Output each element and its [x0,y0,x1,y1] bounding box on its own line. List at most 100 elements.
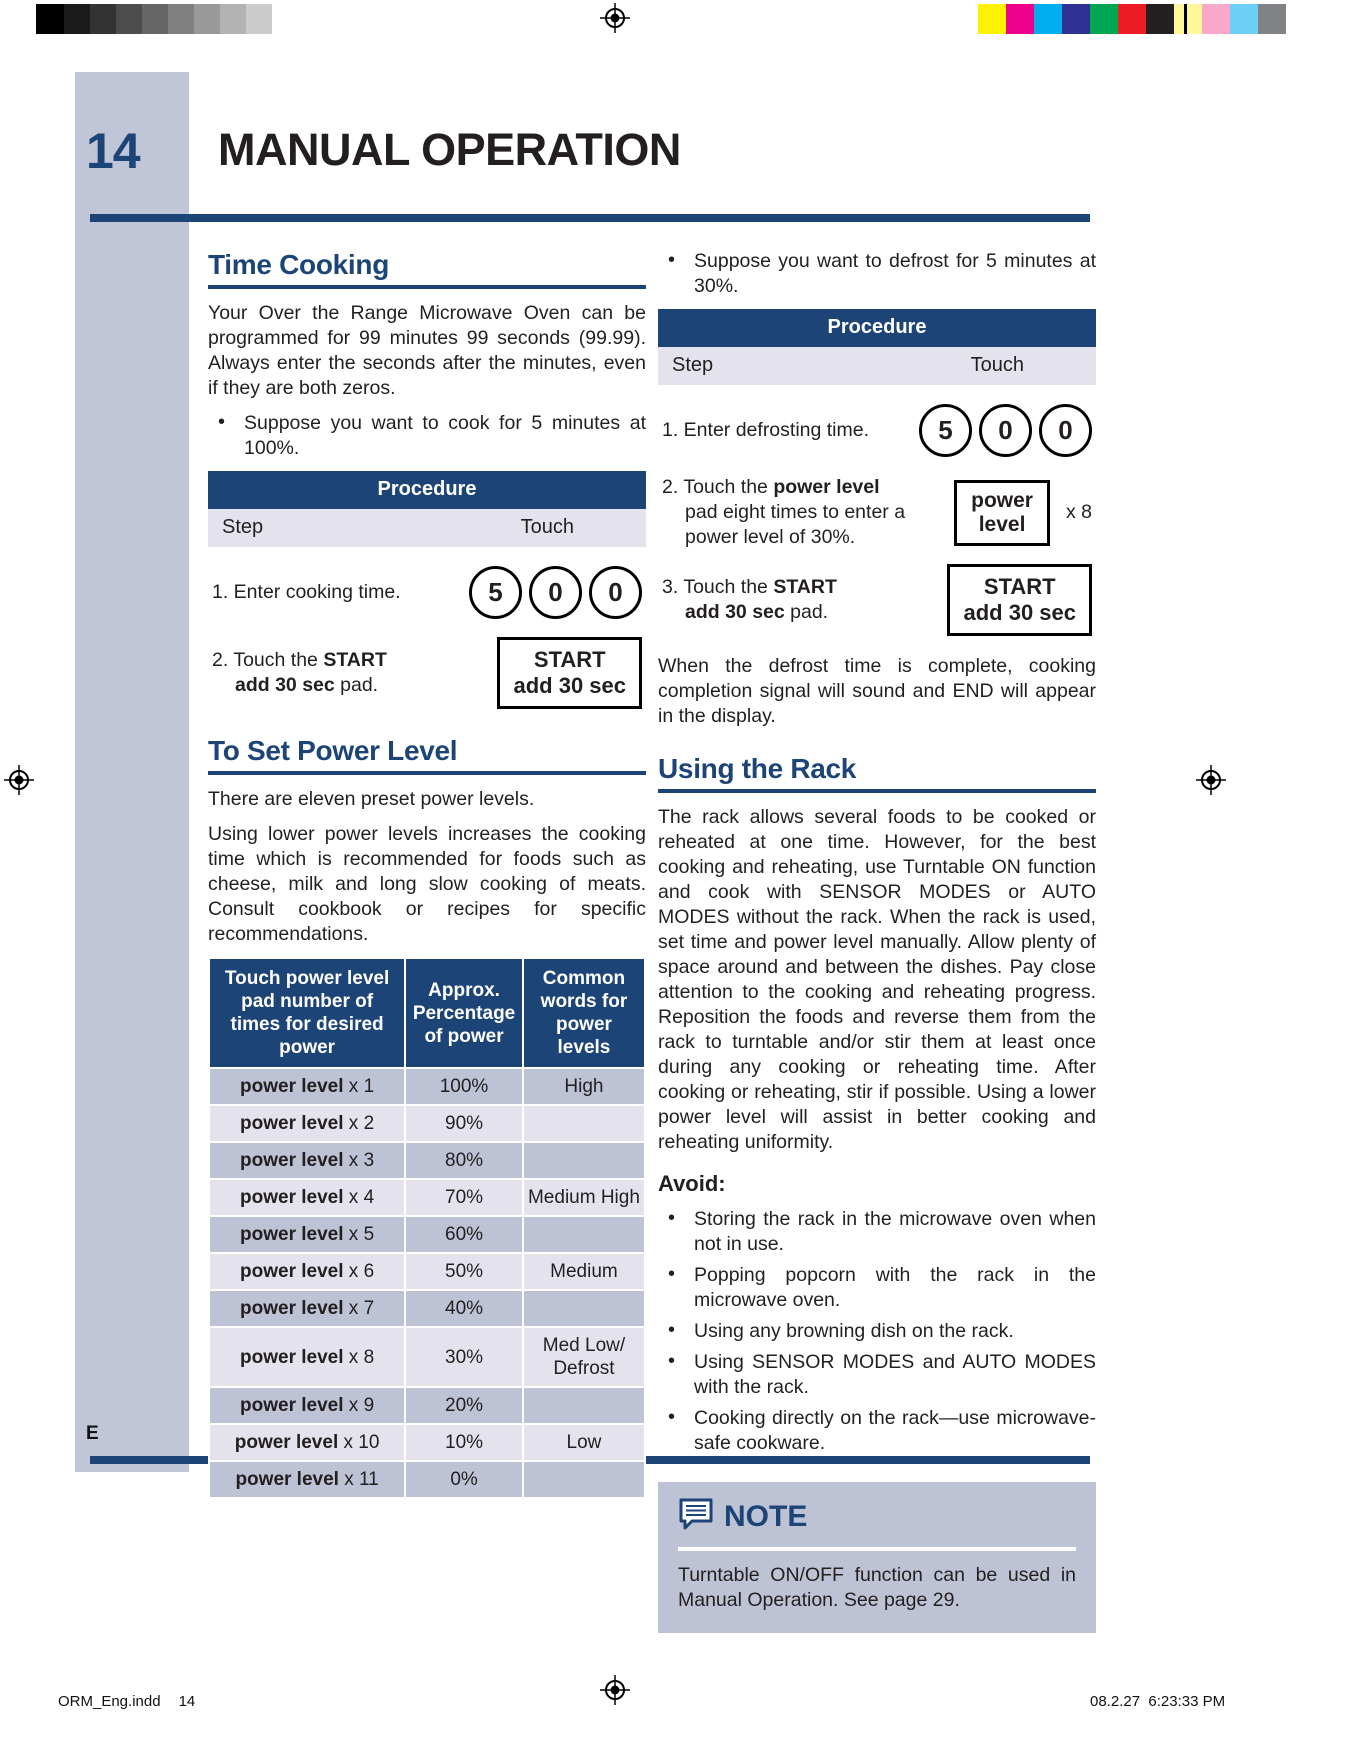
avoid-bullet-list: Storing the rack in the microwave oven w… [658,1206,1096,1456]
power-level-pad[interactable]: power level [954,479,1050,546]
right-column: Suppose you want to defrost for 5 minute… [658,248,1096,1633]
column-header-step: Step [672,354,714,376]
procedure-step-text: 1. Enter defrosting time. [662,418,870,441]
power-level-paragraph-1: There are eleven preset power levels. [208,788,535,810]
footer-left: ORM_Eng.indd 14 [58,1693,195,1710]
list-item: Storing the rack in the microwave oven w… [658,1206,1096,1257]
keypad-circle[interactable]: 5 [469,565,522,619]
list-item: Using any browning dish on the rack. [658,1318,1096,1344]
footer-right: 08.2.27 6:23:33 PM [1090,1693,1225,1710]
crop-tick-right [1184,4,1187,34]
column-header-step: Step [222,516,264,538]
color-swatch [1174,4,1202,34]
column-header-touch: Touch [520,516,574,538]
color-swatch [1146,4,1174,34]
cell-common-word: Medium [521,1252,647,1291]
keypad-circle[interactable]: 0 [1039,403,1092,457]
cell-percentage: 0% [404,1460,524,1499]
cell-percentage: 30% [404,1326,524,1388]
list-item: Cooking directly on the rack—use microwa… [658,1405,1096,1456]
procedure-column-headers: Step Touch [208,509,646,547]
table-row: power level x 11 0% [207,1460,647,1499]
table-row: power level x 4 70% Medium High [207,1178,647,1217]
section-rule [208,285,646,289]
page-title: MANUAL OPERATION [218,124,681,175]
grayscale-swatch [194,4,220,34]
cell-pad-times: power level x 4 [207,1178,407,1217]
procedure-table-time-cooking: Procedure Step Touch 1. Enter cooking ti… [208,471,646,709]
section-heading-using-the-rack: Using the Rack [658,753,857,784]
cell-pad-times: power level x 9 [207,1386,407,1425]
color-swatch [1006,4,1034,34]
list-item: Using SENSOR MODES and AUTO MODES with t… [658,1349,1096,1400]
column-header-common-words: Common words for power levels [521,957,647,1069]
pad-label-line1: START [533,647,606,672]
procedure-touch-keys: power level x 8 [954,479,1096,546]
cell-pad-times: power level x 1 [207,1067,407,1106]
table-row: 1. Enter defrosting time. 5 0 0 [658,385,1096,461]
start-pad-emphasis: START [323,649,387,671]
procedure-title: Procedure [208,471,646,509]
time-cooking-paragraph: Your Over the Range Microwave Oven can b… [208,302,646,399]
table-row: 2. Touch the START add 30 sec pad. START… [208,623,646,709]
cell-percentage: 70% [404,1178,524,1217]
grayscale-swatch [116,4,142,34]
table-row: power level x 7 40% [207,1289,647,1328]
grayscale-swatches [38,4,298,34]
table-row: power level x 5 60% [207,1215,647,1254]
cell-common-word: Low [521,1423,647,1462]
keypad-circle[interactable]: 0 [529,565,582,619]
color-swatch [1034,4,1062,34]
color-swatch [978,4,1006,34]
keypad-circle[interactable]: 5 [919,403,972,457]
procedure-step-text: 2. Touch the START add 30 sec pad. [208,648,497,698]
pad-label-line1: power [971,488,1033,512]
cell-pad-times: power level x 8 [207,1326,407,1388]
grayscale-swatch [272,4,298,34]
table-row: 2. Touch the power level pad eight times… [658,461,1096,550]
procedure-step-line3: power level of 30%. [685,526,856,548]
pad-label-line2: add 30 sec [513,673,626,698]
procedure-step-line2: add 30 sec pad. [235,674,379,696]
cell-percentage: 60% [404,1215,524,1254]
cell-percentage: 40% [404,1289,524,1328]
power-level-paragraph-2: Using lower power levels increases the c… [208,823,646,945]
table-header-row: Touch power level pad number of times fo… [207,957,647,1069]
grayscale-swatch [38,4,64,34]
start-add-30-sec-pad[interactable]: START add 30 sec [497,637,642,709]
color-swatch [1062,4,1090,34]
procedure-step-line1: 2. Touch the START [212,649,387,671]
column-header-pad-times: Touch power level pad number of times fo… [207,957,407,1069]
cell-pad-times: power level x 2 [207,1104,407,1143]
cell-pad-times: power level x 7 [207,1289,407,1328]
list-item: Suppose you want to cook for 5 minutes a… [208,410,646,461]
cell-common-word: High [521,1067,647,1106]
start-add-30-sec-pad[interactable]: START add 30 sec [947,564,1092,636]
procedure-touch-keys: START add 30 sec [497,637,646,709]
cell-percentage: 80% [404,1141,524,1180]
cell-common-word [521,1141,647,1180]
note-box: NOTE Turntable ON/OFF function can be us… [658,1482,1096,1633]
add-30-sec-emphasis: add 30 sec [235,674,335,696]
time-cooking-bullets: Suppose you want to cook for 5 minutes a… [208,410,646,461]
cell-pad-times: power level x 6 [207,1252,407,1291]
page-number: 14 [86,123,141,179]
footer-page-number: 14 [178,1693,196,1710]
list-item: Suppose you want to defrost for 5 minute… [658,248,1096,299]
keypad-circle[interactable]: 0 [979,403,1032,457]
table-row: 1. Enter cooking time. 5 0 0 [208,547,646,623]
color-swatches [978,4,1286,34]
calibration-strip [0,0,1363,44]
grayscale-swatch [246,4,272,34]
note-divider [678,1547,1076,1551]
grayscale-swatch [64,4,90,34]
defrost-closing-paragraph: When the defrost time is complete, cooki… [658,655,1096,727]
keypad-circle[interactable]: 0 [589,565,642,619]
column-header-touch: Touch [970,354,1024,376]
color-swatch [1230,4,1258,34]
add-30-sec-emphasis: add 30 sec [685,601,785,623]
language-tab-label: E [86,1423,99,1444]
procedure-step-text: 2. Touch the power level pad eight times… [658,475,954,550]
cell-percentage: 100% [404,1067,524,1106]
table-row: power level x 2 90% [207,1104,647,1143]
